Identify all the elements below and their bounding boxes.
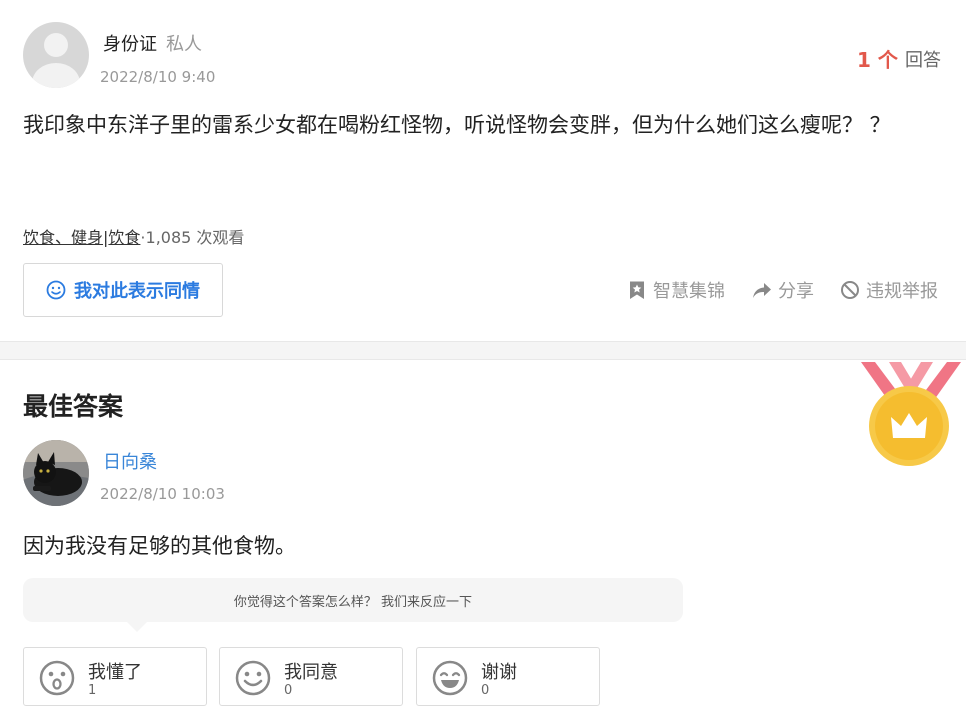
feedback-prompt-bubble: 你觉得这个答案怎么样？ 我们来反应一下 (23, 578, 683, 632)
reaction-label: 谢谢 (481, 662, 517, 683)
answer-timestamp: 2022/8/10 10:03 (100, 485, 225, 503)
sympathy-button[interactable]: 我对此表示同情 (23, 263, 223, 317)
bubble-tail (127, 622, 147, 632)
happy-face-icon (432, 660, 468, 696)
question-text: 我印象中东洋子里的雷系少女都在喝粉红怪物，听说怪物会变胖，但为什么她们这么瘦呢？… (23, 113, 891, 137)
feedback-prompt-text: 你觉得这个答案怎么样？ 我们来反应一下 (233, 594, 473, 610)
share-arrow-icon (753, 283, 771, 298)
smile-face-icon (235, 660, 271, 696)
reaction-label: 我懂了 (88, 662, 142, 683)
tag-link[interactable]: 饮食、健身 (23, 228, 103, 247)
collect-button[interactable]: 智慧集锦 (627, 277, 725, 303)
question-tags: 饮食、健身|饮食·1,085 次观看 (23, 224, 244, 248)
answerer-name[interactable]: 日向桑 (103, 448, 157, 474)
share-button[interactable]: 分享 (752, 277, 814, 303)
collect-label: 智慧集锦 (653, 281, 725, 302)
answer-text: 因为我没有足够的其他食物。 (23, 534, 296, 558)
reaction-thanks-button[interactable]: 谢谢 0 (416, 647, 600, 706)
asker-avatar[interactable] (23, 22, 89, 88)
cat-photo-icon (23, 440, 89, 506)
answer-count-label[interactable]: 回答 (905, 46, 941, 72)
avatar-head-shape (44, 33, 68, 57)
bookmark-star-icon (630, 281, 644, 299)
reaction-count: 1 (88, 683, 97, 698)
reaction-agree-button[interactable]: 我同意 0 (219, 647, 403, 706)
answerer-avatar[interactable] (23, 440, 89, 506)
best-answer-title: 最佳答案 (23, 392, 124, 421)
report-label: 违规举报 (866, 281, 938, 302)
answer-count[interactable]: 1 个 (857, 44, 898, 73)
asker-private-label: 私人 (166, 34, 202, 55)
reaction-understand-button[interactable]: 我懂了 1 (23, 647, 207, 706)
question-card: 身份证 私人 2022/8/10 9:40 1 个 回答 我印象中东洋子里的雷系… (0, 0, 966, 343)
tag-link[interactable]: 饮食 (108, 228, 140, 247)
gold-medal-icon (861, 362, 961, 466)
reaction-label: 我同意 (284, 662, 338, 683)
question-timestamp: 2022/8/10 9:40 (100, 68, 216, 86)
reaction-count: 0 (481, 683, 490, 698)
surprised-face-icon (39, 660, 75, 696)
share-label: 分享 (778, 281, 814, 302)
smile-icon (46, 280, 66, 300)
prohibit-icon (841, 281, 859, 299)
reaction-count: 0 (284, 683, 293, 698)
section-divider (0, 341, 966, 360)
report-button[interactable]: 违规举报 (840, 277, 938, 303)
asker-name[interactable]: 身份证 (103, 30, 157, 56)
sympathy-label: 我对此表示同情 (74, 281, 200, 302)
view-count: ·1,085 次观看 (140, 228, 245, 247)
avatar-body-shape (32, 63, 80, 88)
